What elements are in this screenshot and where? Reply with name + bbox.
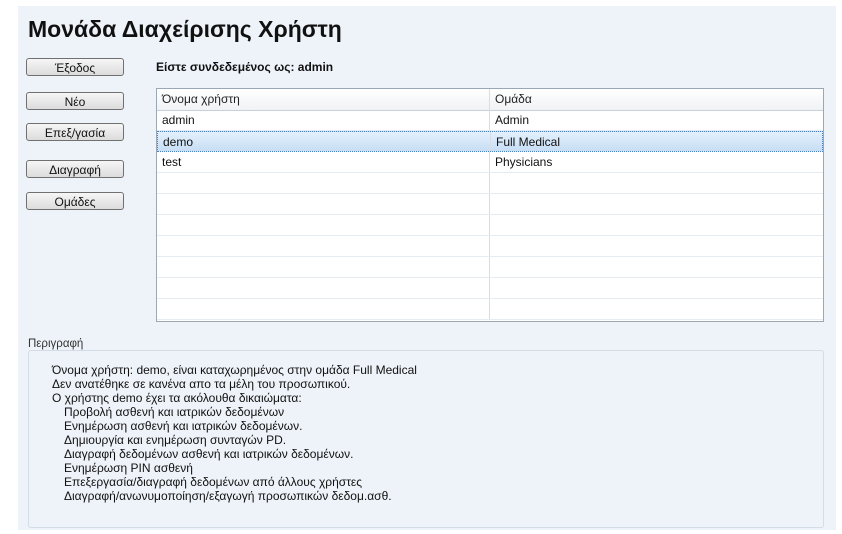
empty-table-row xyxy=(157,236,823,257)
empty-cell xyxy=(157,278,490,298)
username-cell: admin xyxy=(157,110,490,130)
table-row[interactable]: test Physicians xyxy=(157,152,823,173)
empty-cell xyxy=(157,194,490,214)
column-header-username[interactable]: Όνομα χρήστη xyxy=(157,89,490,110)
empty-cell xyxy=(157,215,490,235)
permission-line: Ενημέρωση ασθενή και ιατρικών δεδομένων. xyxy=(64,419,303,433)
permission-line: Ενημέρωση PIN ασθενή xyxy=(64,461,193,475)
permission-line: Διαγραφή/ανωνυμοποίηση/εξαγωγή προσωπικώ… xyxy=(64,489,392,503)
username-cell: test xyxy=(157,152,490,172)
edit-button[interactable]: Επεξ/γασία xyxy=(26,123,124,141)
group-cell: Full Medical xyxy=(496,135,561,149)
delete-button[interactable]: Διαγραφή xyxy=(26,160,124,178)
table-header: Όνομα χρήστη Ομάδα xyxy=(157,89,823,111)
permission-line: Προβολή ασθενή και ιατρικών δεδομένων xyxy=(64,405,285,419)
logged-in-status: Είστε συνδεδεμένος ως: admin xyxy=(156,60,334,74)
column-header-group[interactable]: Ομάδα xyxy=(490,89,823,110)
page-title: Μονάδα Διαχείρισης Χρήστη xyxy=(28,16,342,42)
description-legend: Περιγραφή xyxy=(28,338,84,350)
empty-table-row xyxy=(157,278,823,299)
description-line: Ο χρήστης demo έχει τα ακόλουθα δικαιώμα… xyxy=(52,391,302,405)
exit-button[interactable]: Έξοδος xyxy=(26,58,124,76)
table-row[interactable]: admin Admin xyxy=(157,110,823,131)
empty-table-row xyxy=(157,194,823,215)
group-cell: Admin xyxy=(495,113,530,127)
empty-cell xyxy=(157,236,490,256)
description-line: Δεν ανατέθηκε σε κανένα απο τα μέλη του … xyxy=(52,377,351,391)
description-line: Όνομα χρήστη: demo, είναι καταχωρημένος … xyxy=(52,363,417,377)
permission-line: Διαγραφή δεδομένων ασθενή και ιατρικών δ… xyxy=(64,447,354,461)
empty-cell xyxy=(157,257,490,277)
permission-line: Δημιουργία και ενημέρωση συνταγών PD. xyxy=(64,433,287,447)
permission-line: Επεξεργασία/διαγραφή δεδομένων από άλλου… xyxy=(64,475,363,489)
users-table[interactable]: Όνομα χρήστη Ομάδα admin Admin demo Full… xyxy=(156,88,824,322)
table-row-selected[interactable]: demo Full Medical xyxy=(157,131,823,152)
groups-button[interactable]: Ομάδες xyxy=(26,192,124,210)
empty-table-row xyxy=(157,173,823,194)
empty-table-row xyxy=(157,215,823,236)
empty-cell xyxy=(157,173,490,193)
group-cell: Physicians xyxy=(495,155,553,169)
empty-table-row xyxy=(157,299,823,320)
empty-cell xyxy=(157,299,490,319)
new-button[interactable]: Νέο xyxy=(26,92,124,110)
empty-table-row xyxy=(157,257,823,278)
username-cell: demo xyxy=(158,132,491,151)
description-panel: Περιγραφή Όνομα χρήστη: demo, είναι κατα… xyxy=(28,338,826,528)
user-management-window: Μονάδα Διαχείρισης Χρήστη Έξοδος Νέο Επε… xyxy=(18,6,836,530)
